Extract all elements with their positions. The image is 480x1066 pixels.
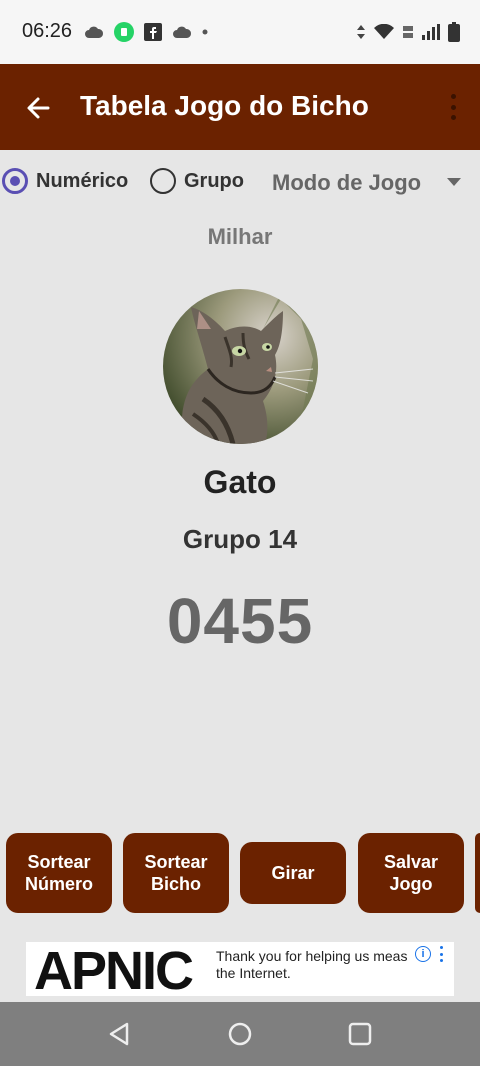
status-bar: 06:26 [0,0,480,64]
radio-numeric[interactable] [2,168,28,194]
more-vert-icon[interactable] [438,946,444,962]
ad-logo[interactable]: APNIC [34,944,194,996]
radio-numeric-label[interactable]: Numérico [36,170,128,193]
save-game-button[interactable]: Salvar Jogo [358,833,464,913]
group-label: Grupo 14 [182,524,298,554]
app-bar: Tabela Jogo do Bicho [0,64,480,150]
app-title: Tabela Jogo do Bicho [80,90,369,121]
ad-text[interactable]: Thank you for helping us meas the Intern… [216,948,412,982]
battery-icon [448,22,460,42]
mode-dropdown[interactable]: Modo de Jogo [272,170,421,196]
drawn-number: 0455 [166,585,314,657]
wifi-icon [374,24,394,39]
game-type-label: Milhar [207,224,273,249]
animal-photo [163,289,318,444]
back-triangle-icon[interactable] [107,1022,131,1046]
info-icon[interactable]: i [415,946,431,962]
home-circle-icon[interactable] [228,1022,252,1046]
status-time: 06:26 [22,20,73,42]
save-game-label: Salvar Jogo [383,852,439,894]
cloud-icon [173,26,192,38]
draw-animal-button[interactable]: Sortear Bicho [123,833,229,913]
facebook-icon [144,23,162,41]
cloud-icon [85,26,104,38]
whatsapp-icon [114,22,134,42]
recents-square-icon[interactable] [348,1022,372,1046]
system-icons [356,22,460,42]
mode-controls: Numérico Grupo Modo de Jogo [0,166,480,198]
more-vert-icon[interactable] [448,94,458,120]
draw-number-button[interactable]: Sortear Número [6,833,112,913]
radio-group[interactable] [150,168,176,194]
ad-banner[interactable]: APNIC Thank you for helping us meas the … [26,942,454,996]
chevron-down-icon[interactable] [447,178,461,186]
data-arrows-icon [357,25,365,39]
signal-icon [422,24,440,40]
more-buttons-edge[interactable] [475,833,480,913]
spin-button[interactable]: Girar [240,842,346,904]
draw-number-label: Sortear Número [24,852,93,894]
radio-group-label[interactable]: Grupo [184,170,244,193]
draw-animal-label: Sortear Bicho [144,852,208,894]
notification-icons [84,22,208,42]
animal-name: Gato [203,464,277,500]
system-nav-bar [0,1002,480,1066]
arrow-left-icon[interactable] [22,92,54,124]
volte-icon [403,26,413,38]
spin-label: Girar [271,863,315,883]
dot-icon [202,29,208,35]
